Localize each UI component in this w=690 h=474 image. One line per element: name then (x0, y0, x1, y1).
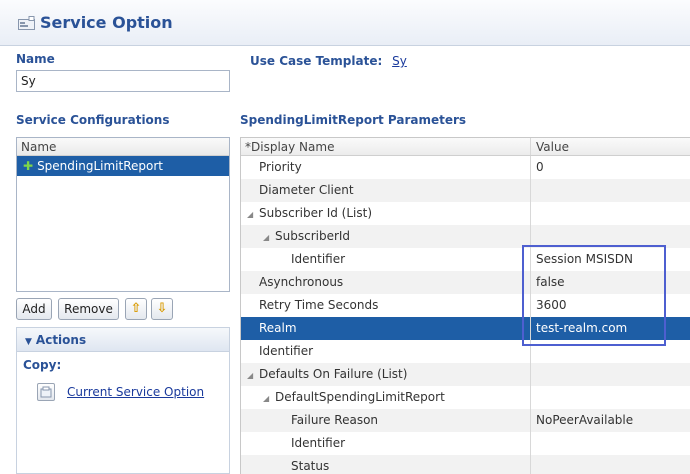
table-row[interactable]: Diameter Client (241, 179, 690, 202)
table-row[interactable]: ◢ Subscriber Id (List) (241, 202, 690, 225)
table-row[interactable]: Status (241, 455, 690, 474)
list-item-label: SpendingLimitReport (37, 159, 163, 173)
row-name: Priority (241, 156, 531, 179)
plus-icon: ✚ (23, 159, 34, 173)
table-row[interactable]: Identifier (241, 432, 690, 455)
row-name: ◢ Subscriber Id (List) (241, 202, 531, 225)
row-value[interactable]: false (532, 271, 690, 294)
actions-title: Actions (35, 333, 87, 347)
column-header-display-name[interactable]: *Display Name (241, 138, 531, 155)
row-value[interactable] (532, 455, 690, 474)
table-row[interactable]: Priority 0 (241, 156, 690, 179)
table-row[interactable]: ◢ Defaults On Failure (List) (241, 363, 690, 386)
add-button[interactable]: Add (16, 298, 52, 320)
page-title: Service Option (40, 13, 173, 32)
service-configurations-list: Name ✚ SpendingLimitReport (16, 137, 230, 292)
copy-icon-glyph (40, 386, 52, 398)
table-row[interactable]: ◢ DefaultSpendingLimitReport (241, 386, 690, 409)
use-case-template: Use Case Template: Sy (250, 54, 407, 68)
row-value[interactable] (532, 340, 690, 363)
table-header: *Display Name Value (241, 138, 690, 156)
actions-header[interactable]: ▼ Actions (17, 328, 229, 352)
arrow-down-icon[interactable]: ⇩ (151, 298, 173, 320)
row-name: Retry Time Seconds (241, 294, 531, 317)
copy-label: Copy: (23, 358, 62, 372)
row-value[interactable] (532, 202, 690, 225)
row-name: Identifier (241, 432, 531, 455)
copy-icon[interactable] (37, 383, 55, 401)
row-name: Asynchronous (241, 271, 531, 294)
row-value[interactable]: test-realm.com (532, 317, 690, 340)
remove-button[interactable]: Remove (58, 298, 119, 320)
page-header: Service Option (0, 0, 690, 46)
row-value[interactable] (532, 225, 690, 248)
tree-expanded-icon[interactable]: ◢ (263, 387, 275, 409)
table-row[interactable]: Identifier (241, 340, 690, 363)
name-label: Name (16, 52, 55, 66)
current-service-option-link[interactable]: Current Service Option (67, 385, 204, 399)
row-name: Identifier (241, 248, 531, 271)
service-configurations-label: Service Configurations (16, 113, 170, 127)
row-name: ◢ SubscriberId (241, 225, 531, 248)
tree-expanded-icon[interactable]: ◢ (263, 226, 275, 248)
row-name: Identifier (241, 340, 531, 363)
table-row[interactable]: Asynchronous false (241, 271, 690, 294)
parameters-table: *Display Name Value Priority 0 Diameter … (240, 137, 690, 474)
row-value[interactable] (532, 432, 690, 455)
row-name: Status (241, 455, 531, 474)
table-row[interactable]: ◢ SubscriberId (241, 225, 690, 248)
tree-expanded-icon[interactable]: ◢ (247, 364, 259, 386)
name-input[interactable] (16, 70, 230, 92)
row-value[interactable]: Session MSISDN (532, 248, 690, 271)
table-row[interactable]: Failure Reason NoPeerAvailable (241, 409, 690, 432)
row-value[interactable]: 0 (532, 156, 690, 179)
table-row-selected[interactable]: Realm test-realm.com (241, 317, 690, 340)
use-case-label: Use Case Template: (250, 54, 383, 68)
row-value[interactable]: 3600 (532, 294, 690, 317)
row-name: Realm (241, 317, 531, 340)
table-row[interactable]: Retry Time Seconds 3600 (241, 294, 690, 317)
use-case-link[interactable]: Sy (392, 54, 407, 68)
list-column-header: Name (17, 138, 229, 156)
tree-expanded-icon[interactable]: ◢ (247, 203, 259, 225)
column-header-value[interactable]: Value (532, 138, 690, 155)
parameters-title: SpendingLimitReport Parameters (240, 113, 467, 127)
row-value[interactable] (532, 386, 690, 409)
row-name: Diameter Client (241, 179, 531, 202)
table-row[interactable]: Identifier Session MSISDN (241, 248, 690, 271)
row-value[interactable] (532, 179, 690, 202)
collapse-triangle-icon: ▼ (25, 337, 32, 347)
service-option-icon (18, 16, 35, 30)
row-value[interactable]: NoPeerAvailable (532, 409, 690, 432)
list-item-spendinglimitreport[interactable]: ✚ SpendingLimitReport (17, 156, 229, 176)
row-value[interactable] (532, 363, 690, 386)
row-name: Failure Reason (241, 409, 531, 432)
arrow-up-icon[interactable]: ⇧ (125, 298, 147, 320)
row-name: ◢ DefaultSpendingLimitReport (241, 386, 531, 409)
row-name: ◢ Defaults On Failure (List) (241, 363, 531, 386)
actions-panel: ▼ Actions Copy: Current Service Option (16, 327, 230, 474)
